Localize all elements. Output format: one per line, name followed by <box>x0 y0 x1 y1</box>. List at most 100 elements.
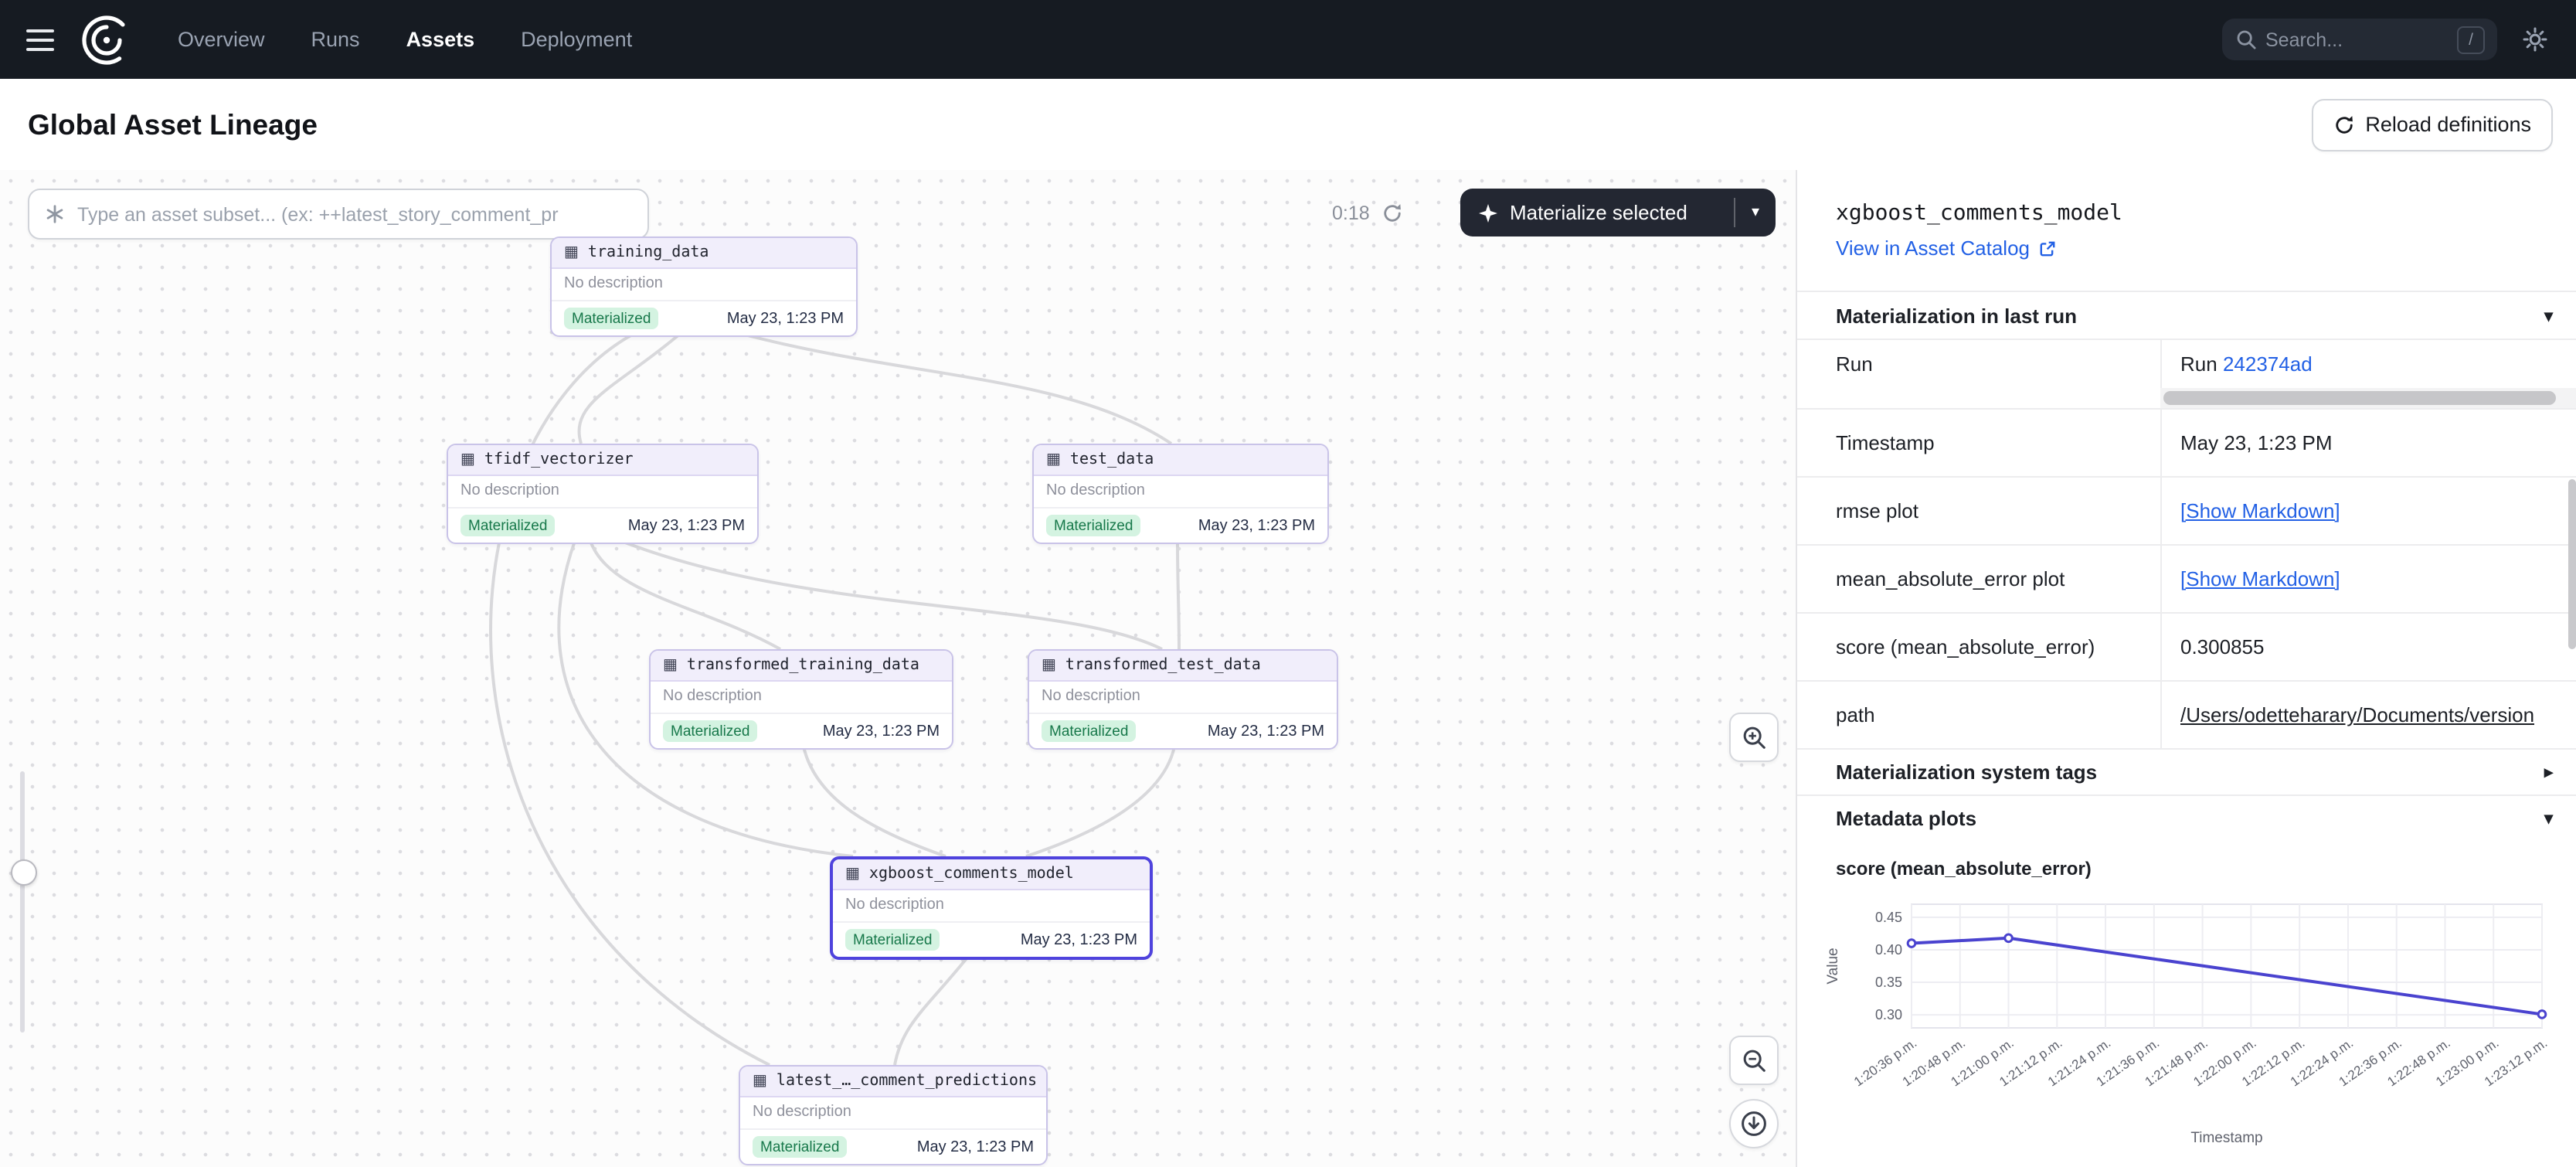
asset-node-transformed-training-data[interactable]: ▦ transformed_training_data No descripti… <box>649 649 953 750</box>
global-search[interactable]: / <box>2222 19 2497 60</box>
search-shortcut-hint: / <box>2457 26 2485 53</box>
asset-name-title: xgboost_comments_model <box>1836 201 2576 226</box>
node-header: ▦ transformed_training_data <box>651 651 952 682</box>
svg-text:0.35: 0.35 <box>1875 975 1902 990</box>
node-timestamp: May 23, 1:23 PM <box>823 723 940 740</box>
horizontal-scrollbar-thumb[interactable] <box>2163 391 2556 405</box>
zoom-slider-track[interactable] <box>20 771 25 1033</box>
status-badge: Materialized <box>460 515 555 536</box>
status-badge: Materialized <box>753 1136 847 1158</box>
metadata-value: 0.300855 <box>2162 614 2576 680</box>
reload-icon <box>2333 114 2354 135</box>
chevron-down-icon[interactable]: ▾ <box>2544 808 2553 828</box>
status-badge: Materialized <box>1042 720 1136 742</box>
asset-subset-filter[interactable] <box>28 189 649 240</box>
node-name: test_data <box>1070 451 1154 468</box>
page-title: Global Asset Lineage <box>28 107 318 141</box>
metadata-label: Run <box>1797 340 2162 388</box>
search-input[interactable] <box>2256 29 2457 50</box>
materialize-selected-main[interactable]: Materialize selected <box>1460 201 1734 224</box>
reload-definitions-button[interactable]: Reload definitions <box>2311 98 2553 151</box>
panel-vertical-scrollbar-thumb[interactable] <box>2568 479 2576 649</box>
nav-item-overview[interactable]: Overview <box>178 28 265 51</box>
materialize-dropdown-caret[interactable]: ▾ <box>1734 198 1776 227</box>
node-footer: Materialized May 23, 1:23 PM <box>448 509 757 543</box>
node-description: No description <box>448 476 757 509</box>
node-name: training_data <box>588 244 709 261</box>
asset-lineage-canvas[interactable]: 0:18 Materialize selected ▾ ▦ training_d… <box>0 170 1796 1167</box>
metadata-plot-title: score (mean_absolute_error) <box>1836 858 2576 880</box>
node-description: No description <box>1029 682 1337 714</box>
asset-node-latest-comment-predictions[interactable]: ▦ latest_…_comment_predictions No descri… <box>739 1065 1048 1165</box>
asset-node-test-data[interactable]: ▦ test_data No description Materialized … <box>1032 444 1329 544</box>
metadata-value: May 23, 1:23 PM <box>2162 410 2576 476</box>
nav-right-group: / <box>2222 19 2548 60</box>
metadata-row-path: path /Users/odetteharary/Documents/versi… <box>1797 680 2576 748</box>
refresh-icon[interactable] <box>1382 202 1404 223</box>
status-badge: Materialized <box>1046 515 1140 536</box>
node-name: tfidf_vectorizer <box>484 451 634 468</box>
node-timestamp: May 23, 1:23 PM <box>917 1138 1034 1155</box>
asset-node-xgboost-comments-model[interactable]: ▦ xgboost_comments_model No description … <box>830 856 1153 960</box>
sparkle-icon <box>1479 203 1497 222</box>
path-link[interactable]: /Users/odetteharary/Documents/version <box>2180 703 2534 726</box>
asset-details-panel: xgboost_comments_model View in Asset Cat… <box>1796 170 2576 1167</box>
page-header: Global Asset Lineage Reload definitions <box>0 79 2576 172</box>
node-header: ▦ training_data <box>552 238 856 269</box>
metadata-label: score (mean_absolute_error) <box>1797 614 2162 680</box>
node-timestamp: May 23, 1:23 PM <box>1021 931 1137 948</box>
hamburger-menu-icon[interactable] <box>26 29 54 50</box>
node-name: transformed_training_data <box>687 657 919 674</box>
table-icon: ▦ <box>663 658 678 673</box>
node-description: No description <box>833 890 1150 923</box>
section-materialization-in-last-run[interactable]: Materialization in last run ▾ <box>1797 291 2576 339</box>
table-icon: ▦ <box>460 452 475 468</box>
node-footer: Materialized May 23, 1:23 PM <box>1029 714 1337 748</box>
asset-node-tfidf-vectorizer[interactable]: ▦ tfidf_vectorizer No description Materi… <box>447 444 759 544</box>
run-id-link[interactable]: 242374ad <box>2223 352 2313 376</box>
section-materialization-system-tags[interactable]: Materialization system tags ▸ <box>1797 748 2576 794</box>
node-header: ▦ tfidf_vectorizer <box>448 445 757 476</box>
dagster-logo-icon[interactable] <box>79 12 134 67</box>
table-icon: ▦ <box>564 245 579 260</box>
settings-gear-icon[interactable] <box>2522 26 2548 53</box>
metadata-label: rmse plot <box>1797 478 2162 544</box>
node-timestamp: May 23, 1:23 PM <box>1198 517 1315 534</box>
svg-text:0.40: 0.40 <box>1875 942 1902 958</box>
view-in-asset-catalog-link[interactable]: View in Asset Catalog <box>1836 236 2056 260</box>
node-header: ▦ xgboost_comments_model <box>833 859 1150 890</box>
node-footer: Materialized May 23, 1:23 PM <box>552 301 856 335</box>
svg-text:Value: Value <box>1825 948 1841 984</box>
show-markdown-link[interactable]: [Show Markdown] <box>2180 567 2340 590</box>
node-name: xgboost_comments_model <box>869 866 1074 883</box>
svg-text:Timestamp: Timestamp <box>2190 1130 2262 1146</box>
metadata-table-horizontal-scrollbar[interactable] <box>2160 388 2576 408</box>
chevron-right-icon[interactable]: ▸ <box>2544 762 2553 782</box>
recenter-view-button[interactable] <box>1729 1099 1779 1148</box>
metadata-row-mean-absolute-error-plot: mean_absolute_error plot [Show Markdown] <box>1797 544 2576 612</box>
asset-node-training-data[interactable]: ▦ training_data No description Materiali… <box>550 236 858 337</box>
table-icon: ▦ <box>1042 658 1056 673</box>
asset-subset-input[interactable] <box>65 203 647 225</box>
nav-item-assets[interactable]: Assets <box>406 28 475 51</box>
top-nav: Overview Runs Assets Deployment / <box>0 0 2576 79</box>
node-description: No description <box>740 1097 1046 1130</box>
table-icon: ▦ <box>1046 452 1061 468</box>
metadata-row-timestamp: Timestamp May 23, 1:23 PM <box>1797 408 2576 476</box>
arrow-down-circle-icon <box>1740 1110 1768 1138</box>
node-description: No description <box>651 682 952 714</box>
zoom-slider-handle[interactable] <box>10 859 36 886</box>
section-metadata-plots[interactable]: Metadata plots ▾ <box>1797 794 2576 839</box>
zoom-in-button[interactable] <box>1729 713 1779 762</box>
refresh-timer: 0:18 <box>1332 202 1370 223</box>
nav-item-runs[interactable]: Runs <box>311 28 360 51</box>
chevron-down-icon[interactable]: ▾ <box>2544 305 2553 325</box>
nav-item-deployment[interactable]: Deployment <box>521 28 632 51</box>
materialize-selected-button[interactable]: Materialize selected ▾ <box>1460 189 1776 236</box>
zoom-out-button[interactable] <box>1729 1036 1779 1085</box>
show-markdown-link[interactable]: [Show Markdown] <box>2180 499 2340 522</box>
node-description: No description <box>552 269 856 301</box>
status-badge: Materialized <box>663 720 757 742</box>
metadata-label: mean_absolute_error plot <box>1797 546 2162 612</box>
asset-node-transformed-test-data[interactable]: ▦ transformed_test_data No description M… <box>1028 649 1338 750</box>
